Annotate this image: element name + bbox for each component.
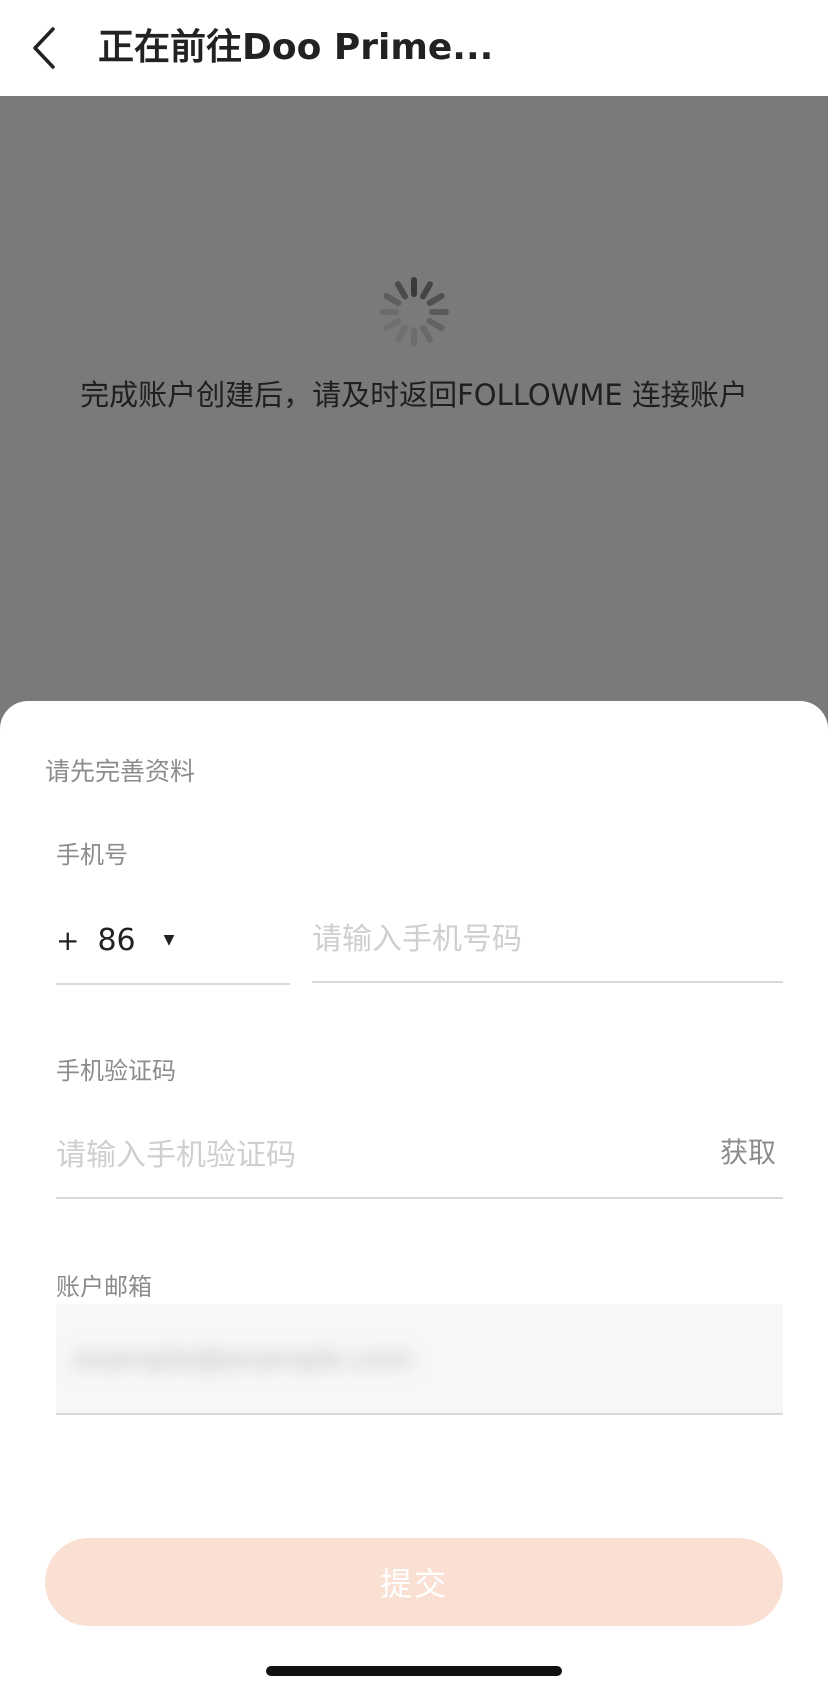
phone-input[interactable] — [312, 897, 783, 983]
phone-label: 手机号 — [56, 841, 128, 869]
form-title: 请先完善资料 — [45, 757, 196, 786]
home-indicator — [266, 1666, 562, 1676]
header-bar: 正在前往Doo Prime... — [0, 0, 828, 96]
get-code-button[interactable]: 获取 — [720, 1123, 776, 1183]
email-value: example@example.com — [74, 1342, 412, 1375]
loading-spinner-icon — [379, 277, 449, 347]
country-code-plus: + — [56, 923, 80, 957]
caret-down-icon: ▼ — [163, 932, 175, 948]
overlay-message: 完成账户创建后，请及时返回FOLLOWME 连接账户 — [80, 378, 748, 412]
profile-form-sheet: 请先完善资料 手机号 + 86 ▼ 手机验证码 获取 账户邮箱 example@… — [0, 701, 828, 1692]
email-label: 账户邮箱 — [56, 1273, 152, 1301]
email-field[interactable]: example@example.com — [56, 1304, 783, 1415]
page-title: 正在前往Doo Prime... — [98, 27, 494, 68]
chevron-left-icon — [33, 27, 55, 69]
country-code-value: 86 — [97, 922, 136, 958]
country-code-selector[interactable]: + 86 ▼ — [56, 897, 290, 985]
sms-code-input[interactable] — [56, 1113, 783, 1199]
sms-code-label: 手机验证码 — [56, 1057, 176, 1085]
back-button[interactable] — [14, 18, 74, 78]
submit-button[interactable]: 提交 — [45, 1538, 783, 1626]
page: 正在前往Doo Prime... 完成账户创建后，请及时返回FOLLOWME 连… — [0, 0, 828, 1692]
loading-overlay: 完成账户创建后，请及时返回FOLLOWME 连接账户 — [0, 96, 828, 736]
